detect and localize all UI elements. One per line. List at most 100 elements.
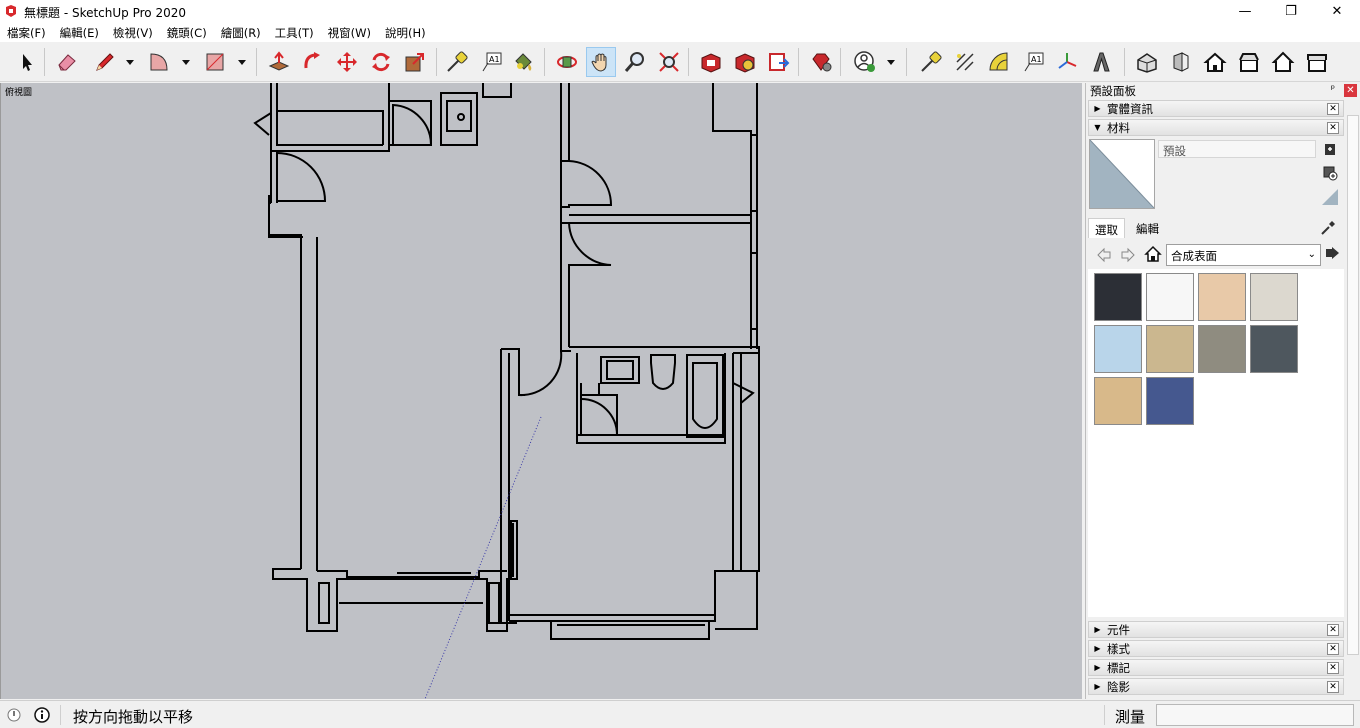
follow-me-tool-button[interactable] (298, 47, 328, 77)
extension-warehouse-button[interactable] (730, 47, 760, 77)
details-arrow-icon[interactable] (1324, 245, 1340, 261)
svg-text:A1: A1 (489, 55, 500, 64)
close-window-button[interactable]: ✕ (1314, 0, 1360, 22)
window-title: 無標題 - SketchUp Pro 2020 (24, 6, 186, 20)
menu-draw[interactable]: 繪圖(R) (214, 22, 268, 42)
push-pull-tool-button[interactable] (264, 47, 294, 77)
panel-entity-info[interactable]: ▶ 實體資訊 ✕ (1088, 100, 1344, 117)
menu-camera[interactable]: 鏡頭(C) (160, 22, 214, 42)
panel-tags[interactable]: ▶ 標記 ✕ (1088, 659, 1344, 676)
scale-tool-button[interactable] (400, 47, 430, 77)
rectangle-icon (206, 53, 224, 71)
menu-window[interactable]: 視窗(W) (321, 22, 378, 42)
material-swatch[interactable] (1146, 325, 1194, 373)
account-button[interactable] (850, 47, 880, 77)
extension-manager-button[interactable] (806, 47, 836, 77)
material-name-field[interactable]: 預設 (1158, 140, 1316, 158)
right-view-button[interactable] (1234, 47, 1264, 77)
front-view-button[interactable] (1166, 47, 1196, 77)
arc-tool-button[interactable] (144, 47, 174, 77)
drawing-viewport[interactable]: 俯視圖 (0, 83, 1082, 699)
move-tool-button[interactable] (332, 47, 362, 77)
zoom-extents-icon (659, 52, 679, 72)
collection-dropdown[interactable]: 合成表面 ⌄ (1166, 244, 1321, 266)
scrollbar-thumb[interactable] (1347, 115, 1359, 655)
text-tool-button[interactable]: A1 (476, 47, 506, 77)
line-tool-button[interactable] (90, 47, 120, 77)
menu-file[interactable]: 檔案(F) (0, 22, 53, 42)
iso-view-button[interactable] (1132, 47, 1162, 77)
dimension-icon (956, 53, 974, 71)
menu-view[interactable]: 檢視(V) (106, 22, 160, 42)
menu-help[interactable]: 說明(H) (378, 22, 433, 42)
minimize-button[interactable]: — (1222, 0, 1268, 22)
material-swatch[interactable] (1146, 273, 1194, 321)
measurements-input[interactable] (1156, 704, 1354, 726)
tab-edit[interactable]: 編輯 (1130, 218, 1165, 238)
chevron-down-icon[interactable] (237, 57, 247, 67)
eyedropper-icon[interactable] (1320, 220, 1336, 236)
material-swatch[interactable] (1094, 273, 1142, 321)
back-view-button[interactable] (1268, 47, 1298, 77)
geo-location-icon[interactable] (6, 707, 22, 723)
add-to-model-icon[interactable] (1322, 165, 1338, 181)
send-to-layout-button[interactable] (764, 47, 794, 77)
create-material-icon[interactable] (1322, 141, 1338, 157)
panel-styles[interactable]: ▶ 樣式 ✕ (1088, 640, 1344, 657)
back-arrow-icon[interactable] (1096, 247, 1112, 263)
material-swatch[interactable] (1250, 273, 1298, 321)
chevron-down-icon[interactable] (125, 57, 135, 67)
toolbar-separator (1124, 48, 1125, 76)
tape-measure-2-button[interactable] (916, 47, 946, 77)
rectangle-tool-button[interactable] (200, 47, 230, 77)
material-swatch[interactable] (1146, 377, 1194, 425)
forward-arrow-icon[interactable] (1120, 247, 1136, 263)
tray-close-icon[interactable]: ✕ (1344, 84, 1357, 97)
material-swatch[interactable] (1250, 325, 1298, 373)
protractor-button[interactable] (984, 47, 1014, 77)
material-swatch[interactable] (1198, 273, 1246, 321)
panel-close-icon[interactable]: ✕ (1327, 662, 1339, 674)
material-swatch[interactable] (1198, 325, 1246, 373)
material-swatch[interactable] (1094, 325, 1142, 373)
menu-tools[interactable]: 工具(T) (268, 22, 321, 42)
material-swatch[interactable] (1094, 377, 1142, 425)
panel-close-icon[interactable]: ✕ (1327, 681, 1339, 693)
rotate-tool-button[interactable] (366, 47, 396, 77)
info-icon[interactable] (34, 707, 50, 723)
panel-close-icon[interactable]: ✕ (1327, 103, 1339, 115)
select-tool-button[interactable] (12, 47, 42, 77)
tab-select[interactable]: 選取 (1088, 218, 1125, 238)
orbit-tool-button[interactable] (552, 47, 582, 77)
material-preview[interactable] (1089, 139, 1155, 209)
panel-close-icon[interactable]: ✕ (1327, 624, 1339, 636)
tray-header: 預設面板 ᵖ ✕ (1086, 83, 1360, 99)
zoom-extents-tool-button[interactable] (654, 47, 684, 77)
pan-tool-button[interactable] (586, 47, 616, 77)
panel-close-icon[interactable]: ✕ (1327, 643, 1339, 655)
maximize-button[interactable]: ❐ (1268, 0, 1314, 22)
tray-scrollbar[interactable] (1346, 101, 1360, 699)
3d-text-icon (1093, 52, 1110, 72)
tape-measure-tool-button[interactable] (442, 47, 472, 77)
panel-shadows[interactable]: ▶ 陰影 ✕ (1088, 678, 1344, 695)
chevron-down-icon[interactable] (886, 57, 896, 67)
left-view-button[interactable] (1302, 47, 1332, 77)
text-2-button[interactable]: A1 (1018, 47, 1048, 77)
eraser-tool-button[interactable] (52, 47, 82, 77)
top-view-button[interactable] (1200, 47, 1230, 77)
3d-warehouse-button[interactable] (696, 47, 726, 77)
home-icon[interactable] (1144, 245, 1162, 263)
dimension-button[interactable] (950, 47, 980, 77)
default-fill-icon[interactable] (1322, 189, 1338, 205)
paint-bucket-tool-button[interactable] (508, 47, 538, 77)
3d-text-button[interactable] (1086, 47, 1116, 77)
chevron-down-icon[interactable] (181, 57, 191, 67)
panel-materials[interactable]: ▼ 材料 ✕ (1088, 119, 1344, 136)
menu-edit[interactable]: 編輯(E) (53, 22, 106, 42)
panel-components[interactable]: ▶ 元件 ✕ (1088, 621, 1344, 638)
zoom-tool-button[interactable] (620, 47, 650, 77)
axes-button[interactable] (1052, 47, 1082, 77)
pin-icon[interactable]: ᵖ (1331, 84, 1335, 95)
panel-close-icon[interactable]: ✕ (1327, 122, 1339, 134)
